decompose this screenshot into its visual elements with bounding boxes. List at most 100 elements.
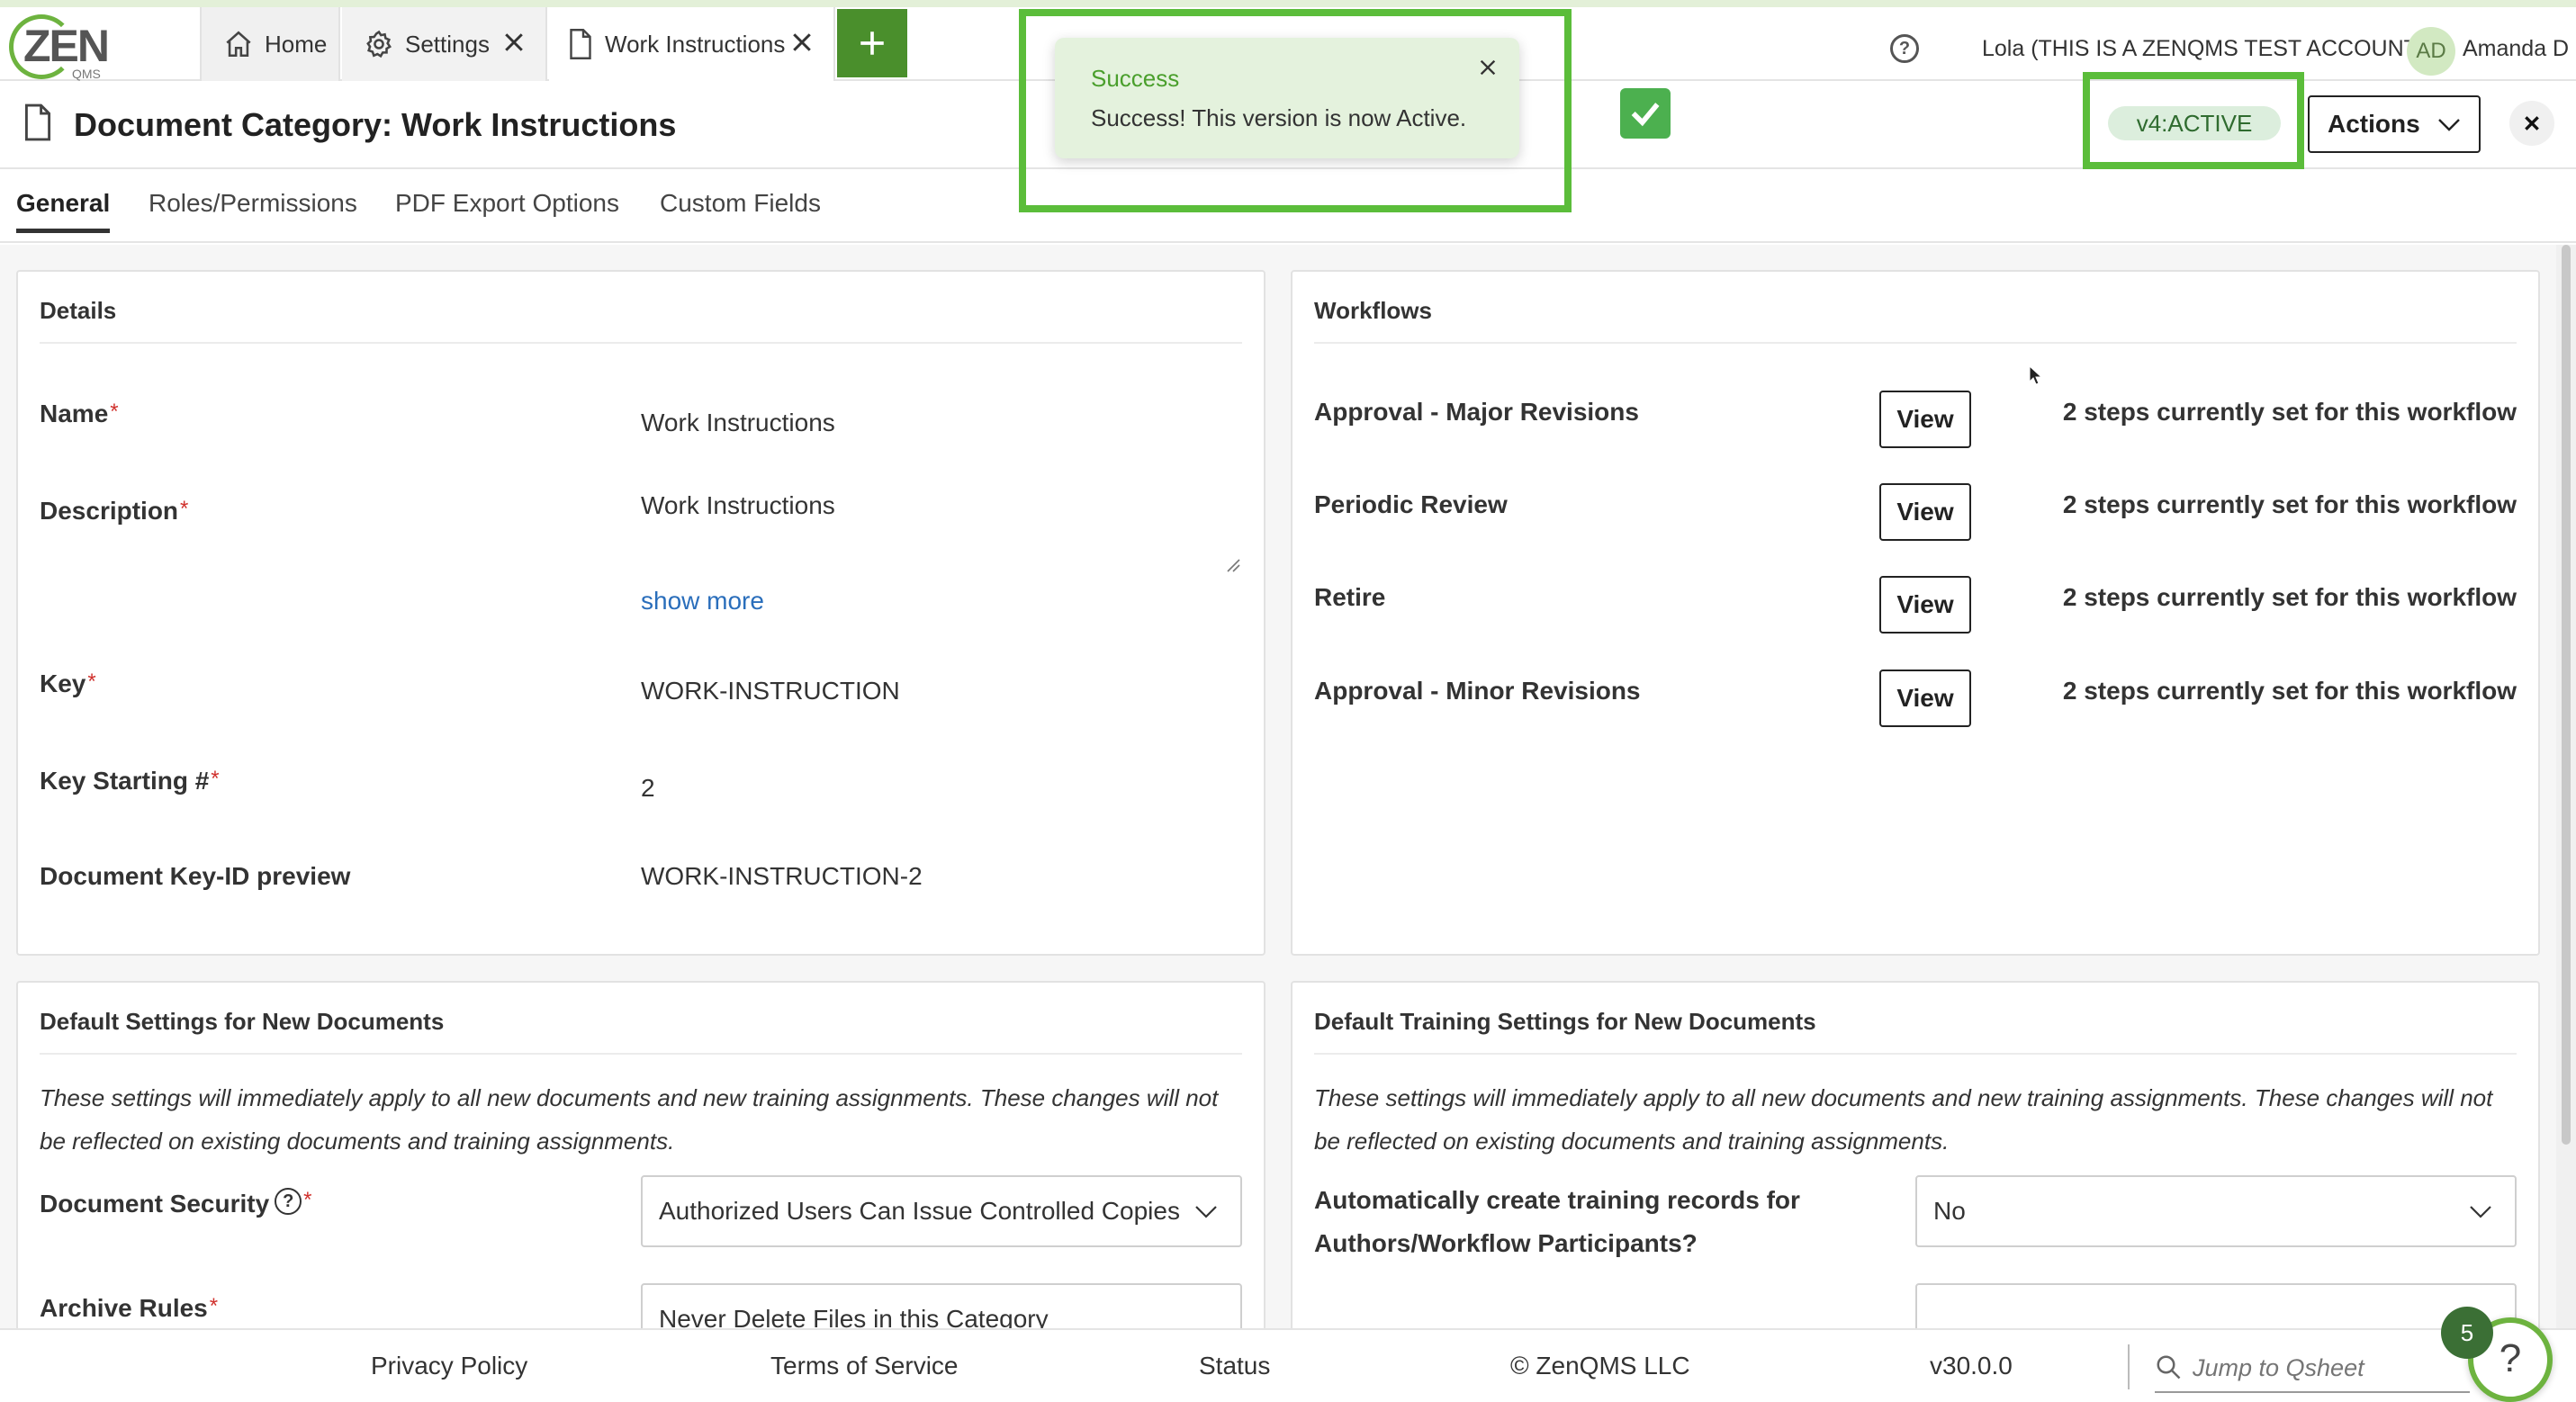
archive-rules-label: Archive Rules* bbox=[40, 1294, 219, 1322]
tab-general[interactable]: General bbox=[16, 189, 111, 233]
close-tab-settings-icon[interactable] bbox=[500, 29, 527, 56]
toast-message: Success! This version is now Active. bbox=[1091, 104, 1467, 131]
actions-button[interactable]: Actions bbox=[2308, 95, 2481, 153]
copyright-text: © ZenQMS LLC bbox=[1510, 1352, 1690, 1380]
version-text: v30.0.0 bbox=[1930, 1352, 2013, 1380]
status-badge: v4:ACTIVE bbox=[2108, 106, 2281, 140]
mouse-cursor-icon bbox=[2029, 365, 2043, 385]
chevron-down-icon bbox=[2470, 1206, 2491, 1218]
key-id-preview-label: Document Key-ID preview bbox=[40, 862, 351, 890]
logo-subtext: QMS bbox=[72, 67, 101, 81]
actions-label: Actions bbox=[2328, 110, 2420, 138]
view-workflow-button[interactable]: View bbox=[1879, 483, 1971, 541]
show-more-link[interactable]: show more bbox=[641, 587, 764, 616]
divider bbox=[40, 1053, 1242, 1055]
document-security-label: Document Security? * bbox=[40, 1188, 312, 1218]
document-security-value: Authorized Users Can Issue Controlled Co… bbox=[659, 1197, 1180, 1225]
name-label: Name* bbox=[40, 400, 119, 427]
qsheet-search bbox=[2155, 1341, 2470, 1393]
auto-training-label-line1: Automatically create training records fo… bbox=[1314, 1186, 1800, 1214]
main-content: Details Name* Work Instructions Descript… bbox=[0, 245, 2556, 1359]
tab-work-instructions[interactable]: Work Instructions bbox=[549, 7, 835, 81]
close-page-button[interactable] bbox=[2509, 101, 2554, 146]
divider bbox=[1314, 1053, 2517, 1055]
scrollbar-thumb[interactable] bbox=[2562, 245, 2571, 1145]
home-icon bbox=[226, 31, 251, 58]
description-label: Description* bbox=[40, 497, 189, 525]
privacy-policy-link[interactable]: Privacy Policy bbox=[371, 1352, 527, 1380]
training-settings-title: Default Training Settings for New Docume… bbox=[1314, 1008, 1816, 1035]
help-icon[interactable]: ? bbox=[1890, 34, 1919, 63]
divider bbox=[2128, 1344, 2130, 1389]
zenqms-logo[interactable]: ZEN QMS bbox=[9, 11, 110, 83]
scrollbar[interactable] bbox=[2556, 245, 2576, 1328]
help-count-badge: 5 bbox=[2441, 1307, 2493, 1359]
tab-custom-fields[interactable]: Custom Fields bbox=[660, 189, 821, 218]
auto-training-value: No bbox=[1933, 1197, 1966, 1225]
document-icon bbox=[24, 103, 51, 141]
user-name[interactable]: Amanda D bbox=[2463, 36, 2569, 62]
view-workflow-button[interactable]: View bbox=[1879, 391, 1971, 448]
status-link[interactable]: Status bbox=[1199, 1352, 1270, 1380]
view-workflow-button[interactable]: View bbox=[1879, 670, 1971, 727]
avatar[interactable]: AD bbox=[2407, 27, 2455, 76]
workflow-name: Periodic Review bbox=[1314, 490, 1508, 518]
key-starting-label: Key Starting #* bbox=[40, 767, 220, 795]
workflows-title: Workflows bbox=[1314, 297, 1432, 324]
key-value[interactable]: WORK-INSTRUCTION bbox=[641, 677, 900, 705]
training-settings-panel: Default Training Settings for New Docume… bbox=[1291, 981, 2540, 1359]
description-value[interactable]: Work Instructions bbox=[641, 491, 835, 520]
tab-settings-label: Settings bbox=[405, 30, 490, 58]
auto-training-label-line2: Authors/Workflow Participants? bbox=[1314, 1229, 1698, 1257]
tab-settings[interactable]: Settings bbox=[342, 7, 547, 81]
workflow-name: Retire bbox=[1314, 583, 1386, 611]
details-panel: Details Name* Work Instructions Descript… bbox=[16, 270, 1265, 956]
name-value[interactable]: Work Instructions bbox=[641, 409, 835, 437]
details-title: Details bbox=[40, 297, 117, 324]
success-toast: Success Success! This version is now Act… bbox=[1055, 38, 1519, 158]
terms-of-service-link[interactable]: Terms of Service bbox=[770, 1352, 959, 1380]
chevron-down-icon bbox=[2438, 119, 2460, 131]
default-settings-panel: Default Settings for New Documents These… bbox=[16, 981, 1265, 1359]
tab-home-label: Home bbox=[265, 30, 328, 58]
gear-icon bbox=[366, 30, 392, 58]
training-note: These settings will immediately apply to… bbox=[1314, 1084, 2493, 1155]
view-workflow-button[interactable]: View bbox=[1879, 576, 1971, 634]
tab-pdf-export-options[interactable]: PDF Export Options bbox=[395, 189, 619, 218]
tab-roles-permissions[interactable]: Roles/Permissions bbox=[149, 189, 357, 218]
account-label[interactable]: Lola (THIS IS A ZENQMS TEST ACCOUNT) bbox=[1982, 36, 2425, 62]
logo-text: ZEN bbox=[23, 21, 110, 71]
settings-note: These settings will immediately apply to… bbox=[40, 1084, 1219, 1155]
qsheet-search-input[interactable] bbox=[2193, 1350, 2454, 1386]
key-starting-value[interactable]: 2 bbox=[641, 774, 655, 803]
toast-title: Success bbox=[1091, 65, 1180, 92]
document-security-select[interactable]: Authorized Users Can Issue Controlled Co… bbox=[641, 1175, 1242, 1247]
workflow-status: 2 steps currently set for this workflow bbox=[2062, 677, 2517, 705]
workflow-name: Approval - Major Revisions bbox=[1314, 398, 1639, 426]
workflow-status: 2 steps currently set for this workflow bbox=[2062, 583, 2517, 611]
auto-training-select[interactable]: No bbox=[1915, 1175, 2517, 1247]
workflow-status: 2 steps currently set for this workflow bbox=[2062, 398, 2517, 426]
plus-icon bbox=[860, 31, 884, 55]
close-tab-work-icon[interactable] bbox=[788, 29, 815, 56]
add-tab-button[interactable] bbox=[837, 9, 907, 77]
checkmark-icon bbox=[1620, 88, 1671, 139]
tab-home[interactable]: Home bbox=[200, 7, 340, 81]
resize-handle-icon[interactable] bbox=[1226, 558, 1240, 572]
default-settings-title: Default Settings for New Documents bbox=[40, 1008, 445, 1035]
search-icon bbox=[2157, 1355, 2181, 1380]
document-icon bbox=[570, 29, 591, 59]
workflow-name: Approval - Minor Revisions bbox=[1314, 677, 1641, 705]
key-label: Key* bbox=[40, 670, 96, 697]
close-icon bbox=[2525, 116, 2539, 130]
chevron-down-icon bbox=[1195, 1206, 1217, 1218]
divider bbox=[1314, 342, 2517, 344]
key-id-preview-value: WORK-INSTRUCTION-2 bbox=[641, 862, 923, 890]
divider bbox=[40, 342, 1242, 344]
toast-close-icon[interactable] bbox=[1478, 58, 1498, 77]
workflow-status: 2 steps currently set for this workflow bbox=[2062, 490, 2517, 518]
workflows-panel: Workflows Approval - Major Revisions Vie… bbox=[1291, 270, 2540, 956]
page-title: Document Category: Work Instructions bbox=[74, 106, 677, 143]
help-icon[interactable]: ? bbox=[275, 1188, 302, 1215]
footer: Privacy Policy Terms of Service Status ©… bbox=[0, 1328, 2576, 1402]
